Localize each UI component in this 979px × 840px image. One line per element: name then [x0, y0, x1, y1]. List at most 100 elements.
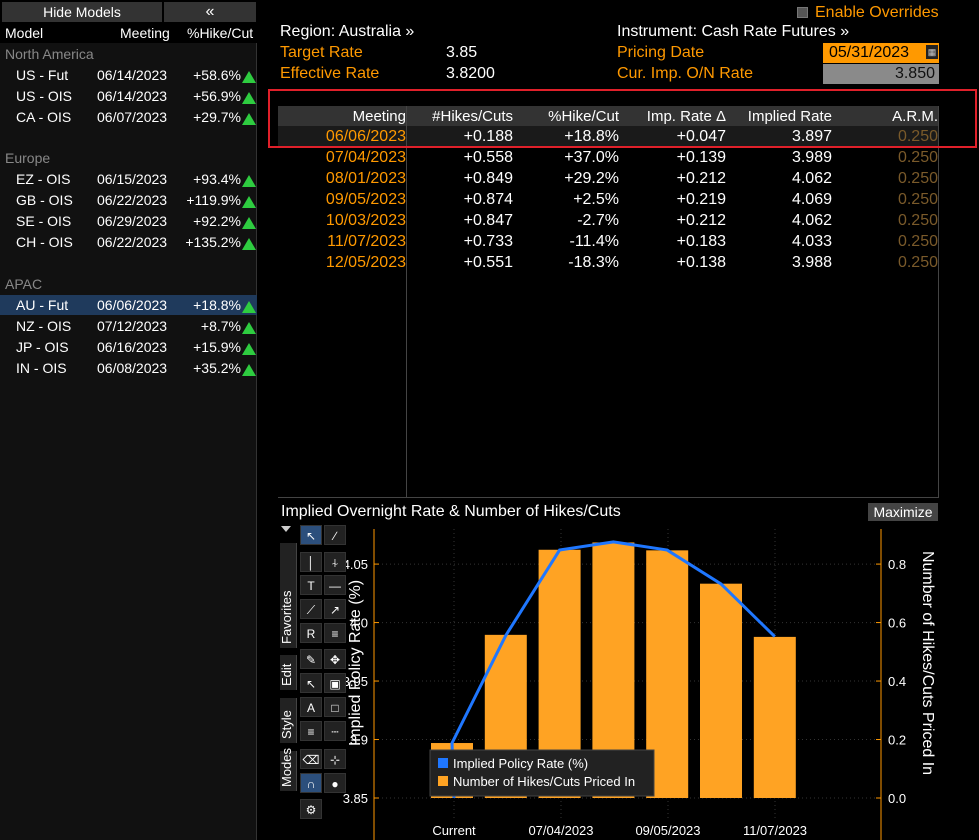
model-hike: +93.4% [193, 171, 241, 187]
enable-overrides-label[interactable]: Enable Overrides [815, 4, 939, 22]
group-label: APAC [5, 276, 43, 292]
table-divider [406, 106, 407, 498]
font-icon[interactable]: A [300, 697, 322, 717]
model-meeting: 06/14/2023 [97, 88, 168, 104]
chart-title: Implied Overnight Rate & Number of Hikes… [281, 503, 621, 520]
model-hike: +92.2% [193, 213, 241, 229]
legend-swatch-rate [438, 758, 448, 768]
model-row[interactable]: SE - OIS 06/29/2023 +92.2% [0, 211, 257, 231]
color-icon[interactable]: ● [324, 773, 346, 793]
highlight-annotation-box [268, 89, 977, 148]
table-right-border [938, 106, 939, 498]
table-cell: -2.7% [577, 212, 619, 229]
model-row[interactable]: IN - OIS 06/08/2023 +35.2% [0, 358, 257, 378]
toolbar-tab[interactable]: Style [279, 698, 297, 743]
table-cell: 0.250 [897, 149, 938, 166]
model-name: IN - OIS [16, 360, 67, 376]
model-row[interactable]: CA - OIS 06/07/2023 +29.7% [0, 107, 257, 127]
toolbar-tab[interactable]: Edit [279, 655, 297, 690]
vertical-line-icon[interactable]: │ [300, 552, 322, 572]
hide-models-button[interactable]: Hide Models [2, 2, 162, 22]
enable-overrides-checkbox[interactable] [797, 7, 808, 18]
up-arrow-icon [242, 238, 256, 250]
brush-icon[interactable]: ✎ [300, 649, 322, 669]
gear-icon[interactable]: ⚙ [300, 799, 322, 819]
model-name: JP - OIS [16, 339, 69, 355]
toolbar-menu-icon[interactable] [281, 526, 291, 532]
bar-hikes[interactable] [753, 636, 796, 798]
model-name: NZ - OIS [16, 318, 72, 334]
header-meeting[interactable]: Meeting [120, 25, 170, 41]
collapse-panel-button[interactable]: « [164, 2, 256, 22]
y2-tick-label: 0.0 [888, 791, 906, 806]
model-name: US - Fut [16, 67, 69, 83]
maximize-button[interactable]: Maximize [868, 503, 938, 521]
model-row[interactable]: GB - OIS 06/22/2023 +119.9% [0, 190, 257, 210]
table-row[interactable]: 11/07/2023 +0.733 -11.4% +0.183 4.033 0.250 [278, 231, 939, 252]
model-row[interactable]: US - OIS 06/14/2023 +56.9% [0, 86, 257, 106]
model-hike: +35.2% [193, 360, 241, 376]
model-row[interactable]: US - Fut 06/14/2023 +58.6% [0, 65, 257, 85]
horizontal-line-icon[interactable]: — [324, 575, 346, 595]
up-arrow-icon [242, 196, 256, 208]
instrument-selector[interactable]: Instrument: Cash Rate Futures » [617, 23, 849, 41]
model-hike: +56.9% [193, 88, 241, 104]
model-name: AU - Fut [16, 297, 69, 313]
table-cell: +2.5% [573, 191, 619, 208]
table-cell: 12/05/2023 [325, 254, 406, 271]
magnet-icon[interactable]: ∩ [300, 773, 322, 793]
table-row[interactable]: 07/04/2023 +0.558 +37.0% +0.139 3.989 0.250 [278, 147, 939, 168]
table-cell: -11.4% [569, 233, 619, 250]
table-bottom-border [278, 497, 939, 498]
region-selector[interactable]: Region: Australia » [280, 23, 414, 41]
table-cell: +0.558 [463, 149, 513, 166]
pointer-icon[interactable]: ↖ [300, 525, 322, 545]
model-row[interactable]: AU - Fut 06/06/2023 +18.8% [0, 295, 257, 315]
pricing-date-input[interactable]: 05/31/2023 [823, 43, 939, 63]
model-row[interactable]: CH - OIS 06/22/2023 +135.2% [0, 232, 257, 252]
table-row[interactable]: 12/05/2023 +0.551 -18.3% +0.138 3.988 0.250 [278, 252, 939, 273]
calendar-icon[interactable]: ▦ [926, 45, 938, 59]
up-arrow-icon [242, 71, 256, 83]
model-row[interactable]: JP - OIS 06/16/2023 +15.9% [0, 337, 257, 357]
fill-icon[interactable]: □ [324, 697, 346, 717]
line-style-icon[interactable]: ┄ [324, 721, 346, 741]
ray-icon[interactable]: ↗ [324, 599, 346, 619]
header-hike[interactable]: %Hike/Cut [187, 25, 253, 41]
pen-icon[interactable]: ∕ [324, 525, 346, 545]
table-row[interactable]: 08/01/2023 +0.849 +29.2% +0.212 4.062 0.250 [278, 168, 939, 189]
y2-tick-label: 0.6 [888, 616, 906, 631]
add-cursor-icon[interactable]: ↖ [300, 673, 322, 693]
table-cell: 0.250 [897, 233, 938, 250]
line-weight-icon[interactable]: ≡ [300, 721, 322, 741]
model-meeting: 06/07/2023 [97, 109, 168, 125]
x-tick-label: Current [432, 823, 476, 838]
toolbar-tab[interactable]: Modes [279, 748, 297, 791]
table-cell: +29.2% [564, 170, 619, 187]
table-row[interactable]: 10/03/2023 +0.847 -2.7% +0.212 4.062 0.250 [278, 210, 939, 231]
table-row[interactable]: 09/05/2023 +0.874 +2.5% +0.219 4.069 0.250 [278, 189, 939, 210]
toolbar-tab[interactable]: Favorites [279, 543, 297, 648]
trash-icon[interactable]: ▣ [324, 673, 346, 693]
model-row[interactable]: NZ - OIS 07/12/2023 +8.7% [0, 316, 257, 336]
model-row[interactable]: EZ - OIS 06/15/2023 +93.4% [0, 169, 257, 189]
model-hike: +135.2% [185, 234, 241, 250]
move-icon[interactable]: ✥ [324, 649, 346, 669]
effective-rate-label: Effective Rate [280, 65, 380, 82]
crosshair-icon[interactable]: ⊹ [324, 749, 346, 769]
table-cell: +37.0% [564, 149, 619, 166]
eraser-icon[interactable]: ⌫ [300, 749, 322, 769]
r-icon[interactable]: R [300, 623, 322, 643]
chart-area[interactable]: 3.85 3.9 3.95 4.0 4.05 0.0 0.2 0.4 0.6 0.8 Current… [278, 523, 939, 840]
text-icon[interactable]: T [300, 575, 322, 595]
bar-hikes[interactable] [700, 583, 742, 798]
up-arrow-icon [242, 343, 256, 355]
table-cell: 4.062 [791, 212, 832, 229]
models-panel-toolbar: Hide Models « [0, 0, 257, 23]
legend-label-hikes: Number of Hikes/Cuts Priced In [453, 774, 635, 789]
fib-icon[interactable]: ≡ [324, 623, 346, 643]
trend-icon[interactable]: ⟋ [300, 599, 322, 619]
table-cell: +0.551 [463, 254, 513, 271]
header-model[interactable]: Model [5, 25, 43, 41]
percent-line-icon[interactable]: ⍭ [324, 552, 346, 572]
